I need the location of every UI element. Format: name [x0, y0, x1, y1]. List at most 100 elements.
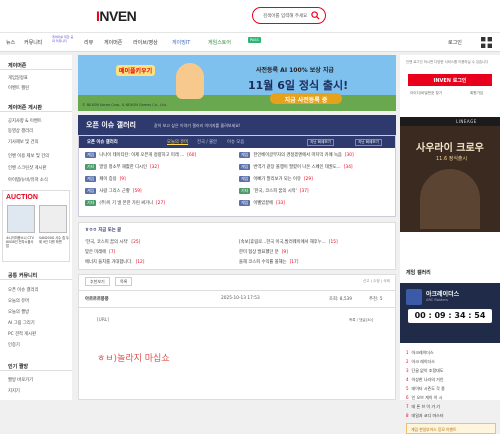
post-view: 추천보기 목록 신고 | 수정 | 삭제 아르르르몽몽 2025-10-13 1…: [78, 274, 396, 400]
issue-row[interactable]: 게임 페이 증용 [9]: [85, 176, 126, 182]
sidebar-item[interactable]: AI 그림 그리기: [8, 320, 35, 326]
rank-item[interactable]: 2 아크 레이더스: [406, 359, 435, 365]
sidebar-item[interactable]: 오늘의 짤방: [8, 309, 29, 315]
tab-issue-collection[interactable]: 이슈 모음: [227, 139, 244, 145]
preregister-button[interactable]: 지금 사전등록 중: [270, 93, 342, 104]
product-desc: 소니이미용소니 CTV 60GB인 전자시음사 탑: [6, 236, 34, 248]
product-desc: SAN200G 사수 칩 두 제 9인 다를 하면: [39, 236, 69, 244]
past-topics-button[interactable]: 지난 화제보기: [355, 139, 382, 146]
issue-row[interactable]: 게임 이빨있끝에 [33]: [239, 200, 285, 206]
search-input[interactable]: 검색어를 입력해 주세요: [263, 13, 307, 19]
signup-link[interactable]: 회원가입: [470, 91, 483, 96]
past-topics-button[interactable]: 지난 화제보기: [307, 139, 334, 146]
game-gallery-card[interactable]: 아크레이더스 ARC Raiders 00 : 09 : 34 : 54: [400, 283, 500, 343]
nav-game-store[interactable]: 게임스토어: [208, 39, 231, 46]
game-gallery-title: 게임 갤러리: [406, 270, 431, 276]
issue-row[interactable]: 게임 한인베이글부자의 경정겠엔에서 마지막 카페 녹음 [30]: [239, 152, 354, 158]
sidebar-item[interactable]: 인벤 스크린샷 게시판: [8, 165, 46, 171]
hot-post-row[interactable]: '한국, 코스피 꿈의 시작' [25]: [85, 239, 140, 245]
section-gamerzone[interactable]: 게이머존: [0, 59, 72, 70]
site-header: [0, 0, 500, 32]
hot-post-row[interactable]: 을해 코스피 수익률 올해는 [17]: [239, 259, 298, 265]
rank-item[interactable]: 4 이상한 나라의 거인: [406, 377, 444, 383]
event-link[interactable]: 게임 한일부어스 응모 이벤트: [406, 423, 496, 434]
issue-row[interactable]: 기타 '한국, 코스피 꿈의 시작' [37]: [239, 188, 309, 194]
sidebar-item[interactable]: 동영상 갤러리: [8, 128, 33, 134]
rank-item[interactable]: 6인 오브 게이 이 시: [406, 395, 442, 401]
issue-gallery-box: 오픈 이슈 갤러리 오늘의 유머 전국 / 불안 이슈 모음 지난 화제보기 지…: [78, 135, 396, 217]
rank-item[interactable]: 3 단골 없이 조정대도: [406, 368, 444, 374]
hot-post-row[interactable]: 에너지 들치를 거대합니다. [12]: [85, 259, 144, 265]
section-popular[interactable]: 인기 짤방: [0, 360, 72, 371]
nav-review[interactable]: 리뷰: [84, 39, 93, 46]
banner-copyright: © NEXON Korea Corp. & NEXON Games Co., L…: [82, 103, 167, 107]
rank-item[interactable]: 1 아크레이더스: [406, 350, 434, 356]
product-image: [7, 205, 35, 233]
issue-row[interactable]: 게임 이빠가 말리보가 되는 이유 [29]: [239, 176, 313, 182]
tab-humor[interactable]: 오늘의 유머: [167, 139, 188, 145]
sidebar-item[interactable]: 기사제보 및 건의: [8, 139, 38, 145]
divider: [79, 290, 395, 291]
banner-title: 사전등록 AI 100% 보상 지급: [256, 67, 334, 74]
grid-menu-icon[interactable]: [481, 37, 492, 48]
hot-post-row[interactable]: 한미 협상 발표했던 분 [9]: [239, 249, 288, 255]
post-date: 2025-10-13 17:53: [221, 296, 260, 301]
inven-logo[interactable]: INVEN: [96, 8, 137, 24]
sidebar-item[interactable]: 이벤트 캘린: [8, 85, 29, 91]
event-banner[interactable]: 메이플키우기 사전등록 AI 100% 보상 지급 11월 6일 정식 출시! …: [78, 55, 396, 111]
login-link[interactable]: 로그인: [448, 39, 462, 46]
rank-item[interactable]: 7데 폰 브 이 가 기: [406, 404, 440, 410]
sidebar-item[interactable]: 인벤 이용 제보 및 건의: [8, 153, 49, 159]
sidebar-item[interactable]: 공지사항 & 이벤트: [8, 118, 42, 124]
tab-national[interactable]: 전국 / 불안: [197, 139, 217, 145]
recommend-view-button[interactable]: 추천보기: [85, 277, 110, 286]
sidebar-item[interactable]: 지지기: [8, 388, 20, 394]
list-button[interactable]: 목록: [115, 277, 133, 286]
share-links[interactable]: 목록 / 댓글[30]: [349, 318, 373, 323]
sidebar-item[interactable]: PC 견적 게시판: [8, 331, 36, 337]
find-account-link[interactable]: 아이디/비밀번호 찾기: [410, 91, 442, 96]
nav-news[interactable]: 뉴스: [6, 39, 15, 46]
sidebar-item[interactable]: 짤방 바로가기: [8, 377, 33, 383]
pass-badge[interactable]: PASS: [248, 37, 261, 43]
nav-live-video[interactable]: 라이브/영상: [133, 39, 158, 46]
game-thumb: [406, 289, 422, 305]
sidebar-item[interactable]: 오픈 이슈 갤러리: [8, 287, 38, 293]
tab-open-issue[interactable]: 오픈 이슈 갤러리: [87, 139, 118, 145]
nav-community[interactable]: 커뮤니티: [24, 39, 42, 46]
countdown-timer: 00 : 09 : 34 : 54: [408, 309, 492, 323]
search-box[interactable]: 검색어를 입력해 주세요: [252, 7, 326, 24]
search-icon[interactable]: [311, 11, 320, 20]
lineage-ad[interactable]: LINEAGE 사우라이 크로우 11.6 정식출시: [400, 117, 500, 232]
nav-gamerzone[interactable]: 게이머존: [104, 39, 122, 46]
auction-ad[interactable]: AUCTION 소니이미용소니 CTV 60GB인 전자시음사 탑 SAN200…: [2, 190, 70, 262]
issue-row[interactable]: 기타 말일 청소부 재활한 디시인 [32]: [85, 164, 159, 170]
ad-character: [420, 169, 480, 229]
issue-row[interactable]: 게임 사랑 그리스 근황 [59]: [85, 188, 142, 194]
issue-row[interactable]: 게임 나나이 테이티탄: 이제 오픈게 정량하고 미래 ... [60]: [85, 152, 196, 158]
post-actions[interactable]: 신고 | 수정 | 삭제: [363, 279, 390, 284]
sidebar-item[interactable]: 인증기: [8, 342, 20, 348]
rank-item[interactable]: 5 데이터 시즌도 각 종: [406, 386, 445, 392]
section-board[interactable]: 게이머존 게시판: [0, 101, 72, 112]
nav-gaming-it[interactable]: 게이밍IT: [172, 39, 190, 46]
game-name: 아크레이더스: [426, 291, 460, 298]
rank-item[interactable]: 8 데일과 코디 마스터: [406, 413, 444, 419]
post-author[interactable]: 아르르르몽몽: [85, 296, 109, 302]
character-art: [176, 63, 204, 99]
section-common-community[interactable]: 공통 커뮤니티: [0, 269, 72, 280]
login-button[interactable]: INVEN 로그인: [408, 74, 492, 86]
post-recommend: 추천: 5: [369, 297, 383, 302]
right-sidebar: 인벤 로그인 하시면 다양한 서비스를 이용하실 수 있습니다 INVEN 로그…: [400, 55, 500, 434]
hot-post-row[interactable]: [속보]휴림로...한국 이국,발러웨이에서 해후누... [15]: [239, 239, 338, 245]
product-image: [39, 205, 67, 233]
sidebar-item[interactable]: 아이템/뉴비/유저 소식: [8, 177, 48, 183]
divider: [79, 307, 395, 308]
hot-post-row[interactable]: 맞은 미레에 [7]: [85, 249, 115, 255]
ad-title: 사우라이 크로우: [416, 143, 484, 154]
sidebar-item[interactable]: 오늘의 유머: [8, 298, 29, 304]
game-logo: 메이플키우기: [116, 65, 156, 76]
sidebar-item[interactable]: 게임일정표: [8, 75, 28, 81]
issue-row[interactable]: 기타 (주)이 기 낼 본한 가린 써거니 [27]: [85, 200, 165, 206]
issue-row[interactable]: 게임 번역기 같장 올챙이 팔렸어 나온 스페인 태권도... [34]: [239, 164, 353, 170]
